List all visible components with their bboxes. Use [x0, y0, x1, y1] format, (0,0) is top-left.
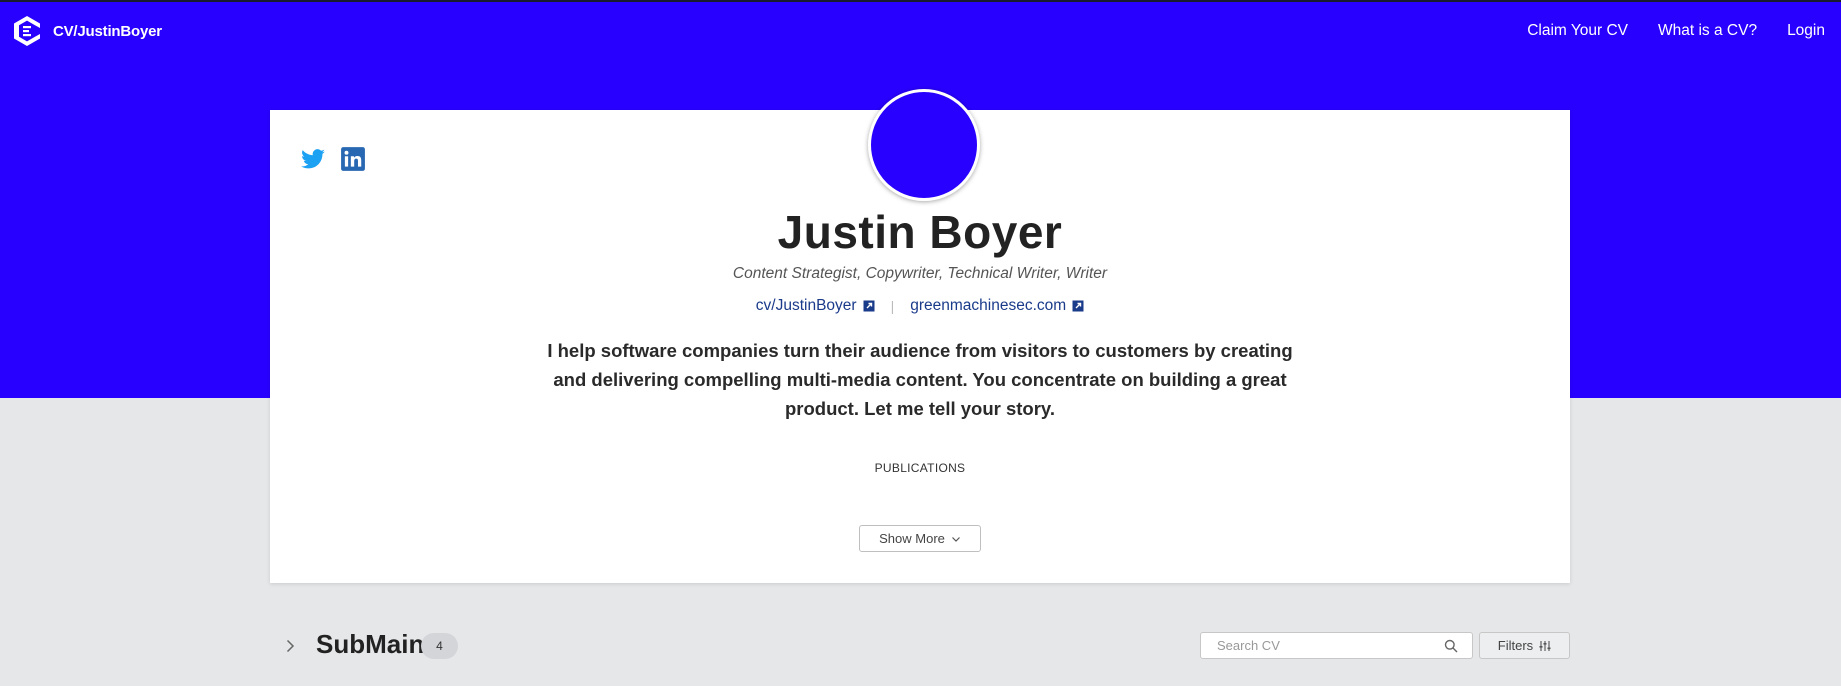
- show-more-button[interactable]: Show More: [859, 525, 981, 552]
- nav-claim-your-cv[interactable]: Claim Your CV: [1527, 22, 1628, 40]
- profile-bio: I help software companies turn their aud…: [547, 340, 1293, 419]
- cv-logo-icon: [14, 16, 40, 46]
- top-navigation: CV/JustinBoyer Claim Your CV What is a C…: [0, 0, 1841, 62]
- external-link-icon: [863, 300, 875, 312]
- nav-login[interactable]: Login: [1787, 22, 1825, 40]
- profile-card: Justin Boyer Content Strategist, Copywri…: [270, 89, 1570, 583]
- nav-links: Claim Your CV What is a CV? Login: [1527, 22, 1825, 40]
- twitter-icon[interactable]: [300, 146, 326, 172]
- filters-button[interactable]: Filters: [1479, 632, 1570, 659]
- count-badge: 4: [421, 633, 458, 659]
- publications-label: PUBLICATIONS: [874, 461, 966, 475]
- external-link-icon: [1072, 300, 1084, 312]
- profile-links: cv/JustinBoyer | greenmachinesec.com: [270, 297, 1570, 315]
- website-link-label[interactable]: greenmachinesec.com: [910, 297, 1066, 315]
- avatar: [868, 89, 980, 201]
- profile-name: Justin Boyer: [777, 206, 1063, 258]
- publication-section-header: SubMain 4 Filters: [270, 628, 1570, 664]
- section-title: SubMain: [316, 629, 425, 659]
- show-more-label[interactable]: Show More: [879, 531, 945, 546]
- chevron-down-icon: [951, 536, 960, 542]
- nav-what-is-a-cv[interactable]: What is a CV?: [1658, 22, 1757, 40]
- search-icon[interactable]: [1444, 639, 1458, 653]
- website-link[interactable]: greenmachinesec.com: [910, 297, 1084, 315]
- linkedin-icon[interactable]: [340, 146, 366, 172]
- cv-profile-link-label[interactable]: cv/JustinBoyer: [756, 297, 857, 315]
- filters-label[interactable]: Filters: [1498, 638, 1533, 653]
- cv-profile-link[interactable]: cv/JustinBoyer: [756, 297, 875, 315]
- brand-home-link[interactable]: CV/JustinBoyer: [13, 15, 162, 47]
- search-box: [1200, 632, 1473, 659]
- social-links: [300, 146, 366, 172]
- sliders-icon: [1539, 640, 1551, 651]
- chevron-right-icon[interactable]: [282, 638, 298, 654]
- link-separator: |: [890, 298, 895, 314]
- brand-text[interactable]: CV/JustinBoyer: [53, 23, 162, 40]
- search-input[interactable]: [1201, 633, 1431, 658]
- profile-roles: Content Strategist, Copywriter, Technica…: [732, 265, 1108, 282]
